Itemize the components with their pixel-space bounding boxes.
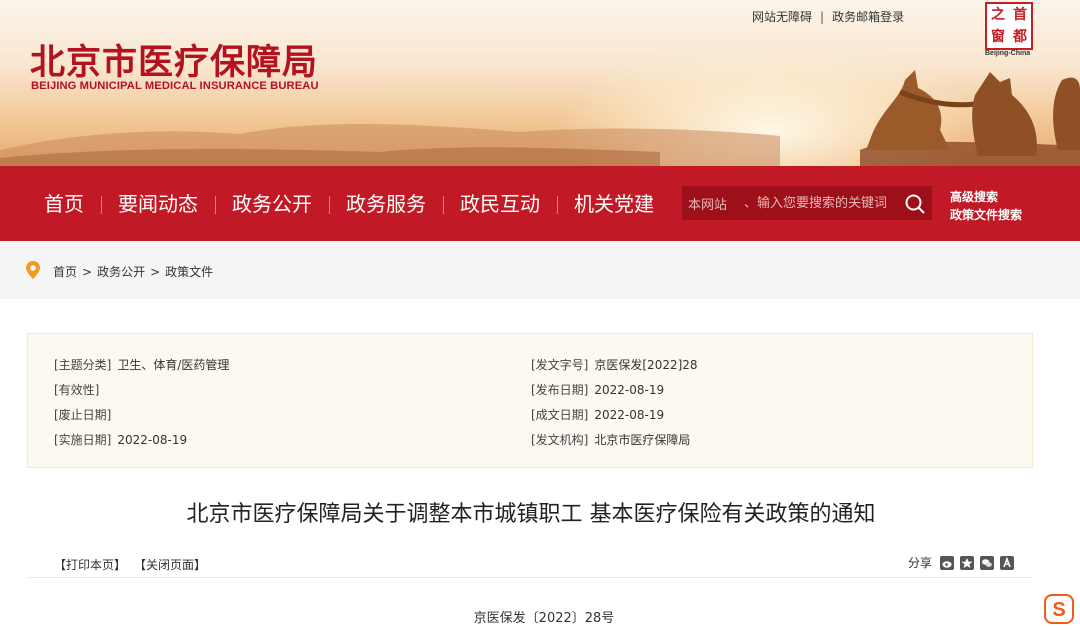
search-scope[interactable]: 本网站 [688, 194, 727, 213]
breadcrumb-separator: > [82, 265, 93, 279]
meta-abolish-date: [废止日期] [54, 406, 117, 423]
nav-divider [557, 196, 558, 214]
breadcrumb-separator: > [150, 265, 161, 279]
meta-subject: [主题分类] 卫生、体育/医药管理 [54, 356, 229, 373]
top-links: 网站无障碍 | 政务邮箱登录 [752, 8, 904, 25]
top-link-separator: | [820, 10, 825, 24]
wechat-icon[interactable] [980, 555, 995, 570]
meta-value: 2022-08-19 [594, 383, 665, 397]
nav-item-interaction[interactable]: 政民互动 [460, 191, 540, 217]
main-nav: 首页 要闻动态 政务公开 政务服务 政民互动 机关党建 本网站 高级搜索 政策文… [0, 166, 1080, 241]
meta-issuing-agency: [发文机构] 北京市医疗保障局 [531, 431, 690, 448]
meta-label: [发文字号] [531, 358, 589, 372]
capital-window-seal[interactable]: 之 首 窗 都 [985, 2, 1033, 50]
meta-label: [发文机构] [531, 433, 589, 447]
share-label: 分享 [908, 556, 933, 570]
gov-mail-login-link[interactable]: 政务邮箱登录 [832, 10, 904, 24]
search-input[interactable] [744, 190, 892, 216]
nav-item-home[interactable]: 首页 [44, 191, 84, 217]
meta-validity: [有效性] [54, 381, 105, 398]
meta-effective-date: [实施日期] 2022-08-19 [54, 431, 187, 448]
meta-label: [有效性] [54, 383, 100, 397]
svg-text:S: S [1052, 599, 1065, 621]
article-divider [27, 577, 1033, 578]
article-doc-number: 京医保发〔2022〕28号 [473, 611, 615, 626]
input-method-float-icon[interactable]: S [1044, 594, 1074, 624]
meta-value: 2022-08-19 [594, 408, 665, 422]
search-box: 本网站 [682, 186, 932, 220]
meta-publish-date: [发布日期] 2022-08-19 [531, 381, 664, 398]
accessibility-link[interactable]: 网站无障碍 [752, 10, 812, 24]
renren-icon[interactable] [1000, 555, 1015, 570]
document-metadata: [主题分类] 卫生、体育/医药管理 [有效性] [废止日期] [实施日期] 2022… [27, 333, 1033, 468]
search-icon[interactable] [904, 193, 926, 215]
site-logo-en: BEIJING MUNICIPAL MEDICAL INSURANCE BURE… [31, 80, 319, 92]
nav-divider [443, 196, 444, 214]
breadcrumb: 首页 > 政务公开 > 政策文件 [53, 263, 213, 280]
nav-divider [101, 196, 102, 214]
breadcrumb-home[interactable]: 首页 [53, 265, 77, 279]
article-title: 北京市医疗保障局关于调整本市城镇职工 基本医疗保险有关政策的通知 [186, 502, 876, 527]
weibo-icon[interactable] [940, 555, 955, 570]
nav-divider [215, 196, 216, 214]
close-page-button[interactable]: 【关闭页面】 [140, 558, 206, 572]
meta-value: 2022-08-19 [117, 433, 188, 447]
meta-value: 北京市医疗保障局 [594, 433, 691, 447]
share-bar: 分享 [908, 554, 1020, 571]
advanced-search-links: 高级搜索 政策文件搜索 [950, 188, 1022, 224]
meta-label: [主题分类] [54, 358, 112, 372]
breadcrumb-bar: 首页 > 政务公开 > 政策文件 [0, 241, 1080, 299]
breadcrumb-policy-files[interactable]: 政策文件 [165, 265, 213, 279]
meta-doc-number: [发文字号] 京医保发[2022]28 [531, 356, 698, 373]
site-logo-cn[interactable]: 北京市医疗保障局 [30, 34, 318, 85]
meta-label: [实施日期] [54, 433, 112, 447]
article-tools: 【打印本页】 【关闭页面】 [54, 556, 220, 573]
meta-value: 京医保发[2022]28 [594, 358, 698, 372]
nav-item-news[interactable]: 要闻动态 [118, 191, 198, 217]
meta-written-date: [成文日期] 2022-08-19 [531, 406, 664, 423]
nav-divider [329, 196, 330, 214]
seal-char: 首 [1013, 7, 1027, 23]
print-page-button[interactable]: 【打印本页】 [54, 558, 126, 572]
breadcrumb-gov-affairs[interactable]: 政务公开 [97, 265, 145, 279]
meta-label: [发布日期] [531, 383, 589, 397]
seal-caption: Beijing-China [985, 50, 1031, 57]
advanced-search-link[interactable]: 高级搜索 [950, 188, 1022, 206]
meta-label: [成文日期] [531, 408, 589, 422]
policy-file-search-link[interactable]: 政策文件搜索 [950, 206, 1022, 224]
seal-char: 窗 [991, 29, 1005, 45]
location-pin-icon [26, 261, 40, 279]
nav-item-gov-services[interactable]: 政务服务 [346, 191, 426, 217]
seal-char: 都 [1013, 29, 1027, 45]
meta-label: [废止日期] [54, 408, 112, 422]
qzone-icon[interactable] [960, 555, 975, 570]
meta-value: 卫生、体育/医药管理 [117, 358, 230, 372]
nav-item-gov-affairs[interactable]: 政务公开 [232, 191, 312, 217]
nav-item-party-building[interactable]: 机关党建 [574, 191, 654, 217]
header-banner: 北京市医疗保障局 BEIJING MUNICIPAL MEDICAL INSUR… [0, 0, 1080, 166]
seal-char: 之 [991, 7, 1005, 23]
